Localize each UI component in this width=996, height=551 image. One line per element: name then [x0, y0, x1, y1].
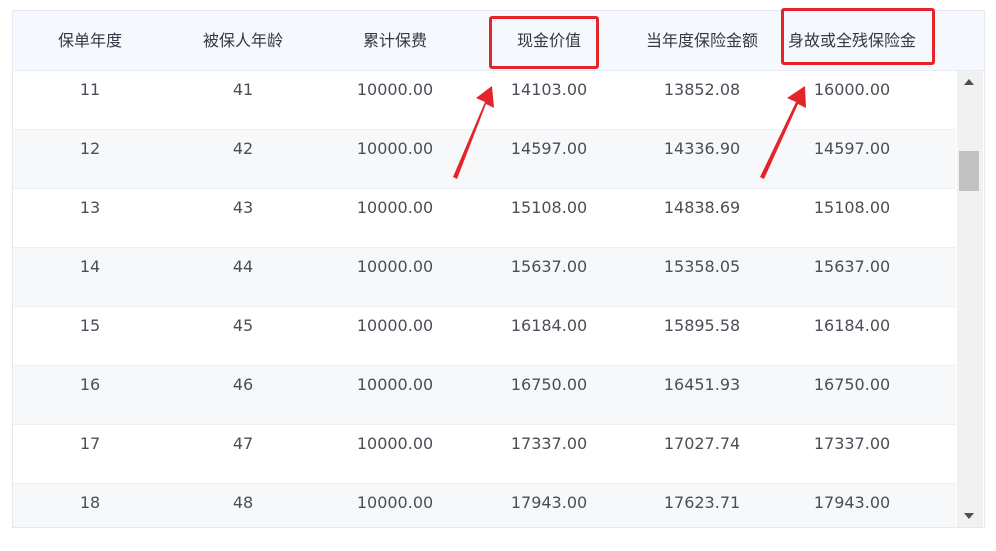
- annual-sum-insured-cell: 17623.71: [663, 493, 741, 512]
- column-header-insured-age: 被保人年龄: [202, 31, 283, 50]
- cash-value-cell: 15637.00: [510, 257, 588, 276]
- cumulative-premium-cell: 10000.00: [356, 493, 434, 512]
- cash-value-cell: 14103.00: [510, 80, 588, 99]
- annual-sum-insured-cell: 15358.05: [663, 257, 741, 276]
- insured-age-cell: 47: [232, 434, 254, 453]
- annual-sum-insured-cell: 17027.74: [663, 434, 741, 453]
- insured-age-cell: 46: [232, 375, 254, 394]
- insured-age-cell: 45: [232, 316, 254, 335]
- policy-year-cell: 15: [79, 316, 101, 335]
- table-row: 11 41 10000.00 14103.00 13852.08 16000.00: [13, 71, 956, 130]
- cumulative-premium-cell: 10000.00: [356, 316, 434, 335]
- annual-sum-insured-cell: 14838.69: [663, 198, 741, 217]
- annual-sum-insured-cell: 13852.08: [663, 80, 741, 99]
- death-disability-benefit-cell: 16000.00: [813, 80, 891, 99]
- death-disability-benefit-cell: 17943.00: [813, 493, 891, 512]
- annual-sum-insured-cell: 15895.58: [663, 316, 741, 335]
- scroll-up-arrow-icon[interactable]: [964, 79, 974, 85]
- table-row: 15 45 10000.00 16184.00 15895.58 16184.00: [13, 307, 956, 366]
- insured-age-cell: 48: [232, 493, 254, 512]
- death-disability-benefit-cell: 14597.00: [813, 139, 891, 158]
- cash-value-cell: 16184.00: [510, 316, 588, 335]
- column-header-annual-sum-insured: 当年度保险金额: [645, 31, 758, 50]
- table-row: 17 47 10000.00 17337.00 17027.74 17337.00: [13, 425, 956, 484]
- highlight-box-cash-value: [489, 16, 599, 69]
- cumulative-premium-cell: 10000.00: [356, 80, 434, 99]
- cumulative-premium-cell: 10000.00: [356, 139, 434, 158]
- insurance-value-table: 保单年度 被保人年龄 累计保费 现金价值 当年度保险金额 身故或全残保险金 11…: [12, 10, 985, 528]
- policy-year-cell: 12: [79, 139, 101, 158]
- cumulative-premium-cell: 10000.00: [356, 434, 434, 453]
- policy-year-cell: 14: [79, 257, 101, 276]
- table-row: 18 48 10000.00 17943.00 17623.71 17943.00: [13, 484, 956, 527]
- table-row: 14 44 10000.00 15637.00 15358.05 15637.00: [13, 248, 956, 307]
- policy-year-cell: 17: [79, 434, 101, 453]
- cash-value-cell: 17943.00: [510, 493, 588, 512]
- policy-year-cell: 18: [79, 493, 101, 512]
- cumulative-premium-cell: 10000.00: [356, 257, 434, 276]
- vertical-scrollbar[interactable]: [957, 71, 983, 527]
- policy-year-cell: 13: [79, 198, 101, 217]
- death-disability-benefit-cell: 15108.00: [813, 198, 891, 217]
- cumulative-premium-cell: 10000.00: [356, 198, 434, 217]
- column-header-cumulative-premium: 累计保费: [362, 31, 427, 50]
- highlight-box-death-benefit: [781, 8, 935, 65]
- insured-age-cell: 44: [232, 257, 254, 276]
- death-disability-benefit-cell: 16184.00: [813, 316, 891, 335]
- table-row: 12 42 10000.00 14597.00 14336.90 14597.00: [13, 130, 956, 189]
- annual-sum-insured-cell: 14336.90: [663, 139, 741, 158]
- column-header-policy-year: 保单年度: [57, 31, 122, 50]
- table-row: 16 46 10000.00 16750.00 16451.93 16750.00: [13, 366, 956, 425]
- cash-value-cell: 14597.00: [510, 139, 588, 158]
- policy-year-cell: 11: [79, 80, 101, 99]
- death-disability-benefit-cell: 15637.00: [813, 257, 891, 276]
- insured-age-cell: 43: [232, 198, 254, 217]
- cumulative-premium-cell: 10000.00: [356, 375, 434, 394]
- insured-age-cell: 42: [232, 139, 254, 158]
- annual-sum-insured-cell: 16451.93: [663, 375, 741, 394]
- cash-value-cell: 16750.00: [510, 375, 588, 394]
- cash-value-cell: 15108.00: [510, 198, 588, 217]
- cash-value-cell: 17337.00: [510, 434, 588, 453]
- death-disability-benefit-cell: 17337.00: [813, 434, 891, 453]
- scroll-down-arrow-icon[interactable]: [964, 513, 974, 519]
- death-disability-benefit-cell: 16750.00: [813, 375, 891, 394]
- table-body: 11 41 10000.00 14103.00 13852.08 16000.00 12 42…: [13, 71, 956, 527]
- policy-year-cell: 16: [79, 375, 101, 394]
- table-row: 13 43 10000.00 15108.00 14838.69 15108.00: [13, 189, 956, 248]
- scrollbar-thumb[interactable]: [959, 151, 979, 191]
- insured-age-cell: 41: [232, 80, 254, 99]
